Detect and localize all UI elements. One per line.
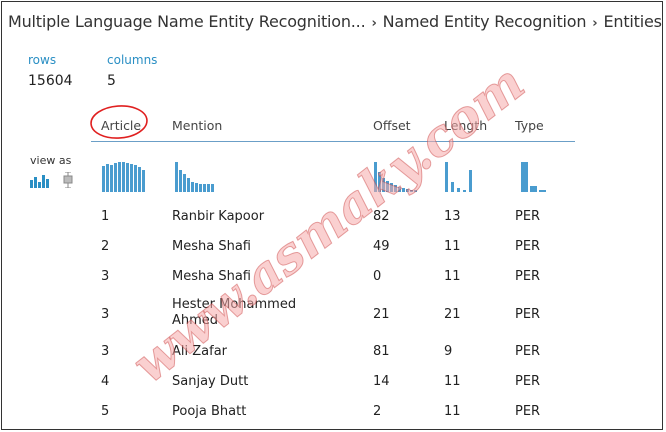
svg-text:www.asmaky.com: www.asmaky.com: [121, 53, 535, 395]
watermark: www.asmaky.com: [121, 52, 536, 395]
